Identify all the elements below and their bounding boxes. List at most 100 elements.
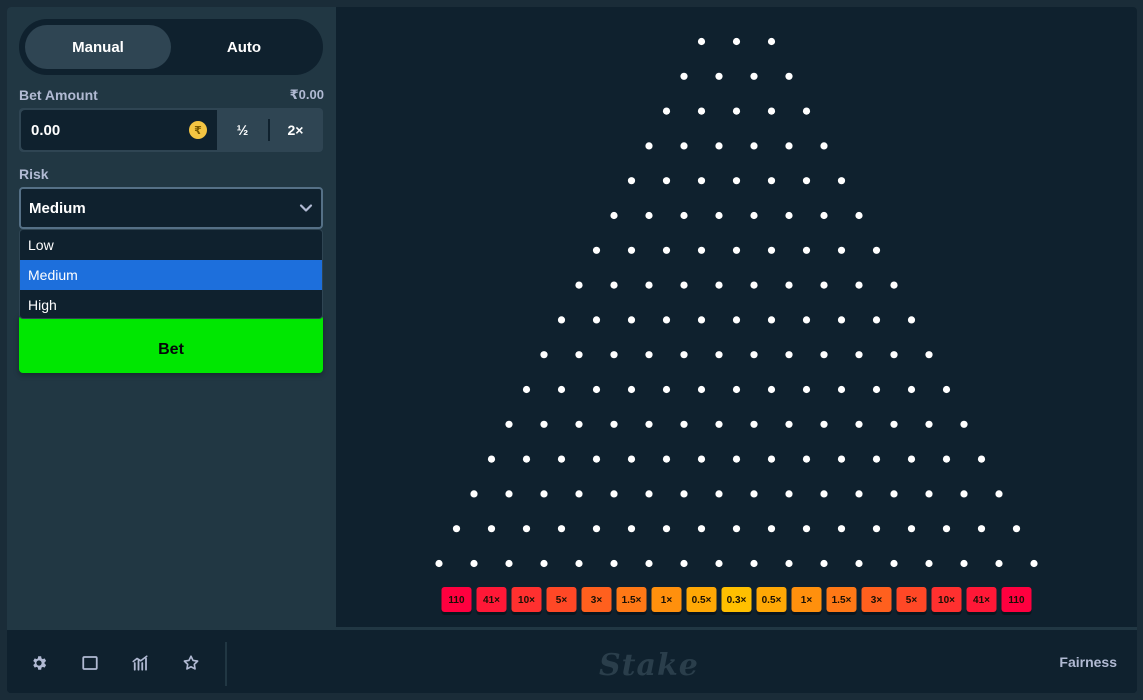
plinko-pin (715, 420, 723, 428)
plinko-pin (610, 559, 618, 568)
favorite-star-icon[interactable] (181, 653, 201, 673)
auto-tab[interactable]: Auto (171, 25, 317, 69)
plinko-pin (785, 211, 793, 220)
plinko-pin (872, 385, 881, 394)
plinko-pin (750, 281, 758, 289)
plinko-pin (855, 281, 863, 289)
plinko-pin (540, 351, 548, 359)
plinko-pin (540, 559, 548, 568)
stats-icon-glyph (132, 655, 148, 671)
game-footer: Stake Fairness (7, 627, 1137, 693)
bet-amount-input[interactable]: 0.00 ₹ (21, 110, 217, 150)
plinko-pin (522, 525, 531, 533)
plinko-pin (662, 385, 671, 394)
plinko-pin (890, 559, 898, 568)
settings-icon-glyph (33, 656, 47, 670)
half-bet-button[interactable]: ½ (217, 110, 268, 150)
bet-button[interactable]: Bet (19, 315, 323, 373)
manual-tab[interactable]: Manual (25, 25, 171, 69)
plinko-pin (767, 525, 776, 533)
plinko-pin (802, 316, 811, 324)
plinko-board[interactable]: 110 41× 10× 5× 3× 1.5× 1× 0.5× 0.3× 0.5× 1× 1.5× 3× 5… (336, 7, 1137, 627)
plinko-pin (715, 211, 723, 220)
plinko-pin (802, 455, 811, 463)
plinko-pin (960, 420, 968, 428)
multiplier-label: 5× (906, 595, 918, 606)
multiplier-label: 10× (518, 595, 535, 606)
plinko-pin (785, 142, 793, 150)
plinko-pin (855, 211, 863, 220)
plinko-pin (435, 559, 443, 568)
plinko-pin (592, 525, 601, 533)
stats-icon[interactable] (130, 653, 150, 673)
plinko-pin (820, 351, 828, 359)
theatre-mode-icon[interactable] (80, 653, 100, 673)
plinko-pin (820, 281, 828, 289)
plinko-pin (645, 211, 653, 220)
plinko-pin (470, 559, 478, 568)
plinko-pin (925, 559, 933, 568)
plinko-pin (872, 246, 881, 254)
multiplier-label: 1.5× (622, 595, 642, 606)
footer-divider (225, 642, 227, 686)
plinko-game-frame: Manual Auto Bet Amount ₹0.00 0.00 ₹ ½ 2×… (7, 7, 1137, 693)
plinko-pin (452, 525, 461, 533)
plinko-pin (715, 559, 723, 568)
plinko-pin (802, 385, 811, 394)
multiplier-bucket: 3× (861, 587, 892, 615)
plinko-pin (837, 177, 846, 185)
plinko-pin (925, 420, 933, 428)
plinko-pin (855, 490, 863, 498)
risk-option-medium[interactable]: Medium (20, 260, 322, 290)
plinko-pin (767, 455, 776, 463)
chevron-down-icon (299, 204, 313, 212)
rupee-coin-icon: ₹ (189, 121, 207, 139)
plinko-pin (505, 490, 513, 498)
plinko-pin (1012, 525, 1021, 533)
plinko-pin (872, 525, 881, 533)
plinko-pin (592, 455, 601, 463)
plinko-pin (855, 420, 863, 428)
plinko-pin (767, 246, 776, 254)
multiplier-label: 41× (973, 595, 990, 606)
plinko-pin (680, 351, 688, 359)
fairness-link[interactable]: Fairness (1059, 654, 1117, 670)
plinko-pin (645, 559, 653, 568)
plinko-pin (925, 490, 933, 498)
plinko-pin (557, 455, 566, 463)
plinko-pin (802, 107, 811, 115)
plinko-pin (872, 316, 881, 324)
multiplier-bucket: 0.5× (686, 587, 717, 615)
risk-option-high[interactable]: High (20, 290, 322, 318)
plinko-pin (697, 316, 706, 324)
risk-select[interactable]: Medium (19, 187, 323, 229)
multiplier-label: 3× (871, 595, 883, 606)
plinko-pin (837, 385, 846, 394)
multiplier-bucket: 110 (441, 587, 472, 615)
plinko-pin (680, 559, 688, 568)
multiplier-label: 1× (661, 595, 673, 606)
mode-toggle: Manual Auto (19, 19, 323, 75)
bet-amount-control: 0.00 ₹ ½ 2× (19, 108, 323, 152)
multiplier-label: 0.5× (762, 595, 782, 606)
plinko-pin (750, 142, 758, 150)
plinko-board-svg: 110 41× 10× 5× 3× 1.5× 1× 0.5× 0.3× 0.5× 1× 1.5× 3× 5… (435, 37, 1038, 615)
risk-option-low[interactable]: Low (20, 230, 322, 260)
plinko-pin (960, 490, 968, 498)
bet-amount-label: Bet Amount (19, 87, 98, 103)
plinko-pin (890, 281, 898, 289)
plinko-pin (767, 177, 776, 185)
plinko-pin (575, 559, 583, 568)
plinko-pin (697, 385, 706, 394)
plinko-pin (732, 316, 741, 324)
settings-icon[interactable] (29, 653, 49, 673)
double-bet-button[interactable]: 2× (270, 110, 321, 150)
plinko-pin (925, 351, 933, 359)
plinko-pin (890, 490, 898, 498)
plinko-pin (820, 142, 828, 150)
multiplier-label: 3× (591, 595, 603, 606)
multiplier-label: 110 (1008, 595, 1025, 606)
multiplier-label: 110 (448, 595, 465, 606)
plinko-pin (767, 316, 776, 324)
plinko-pin (557, 316, 566, 324)
